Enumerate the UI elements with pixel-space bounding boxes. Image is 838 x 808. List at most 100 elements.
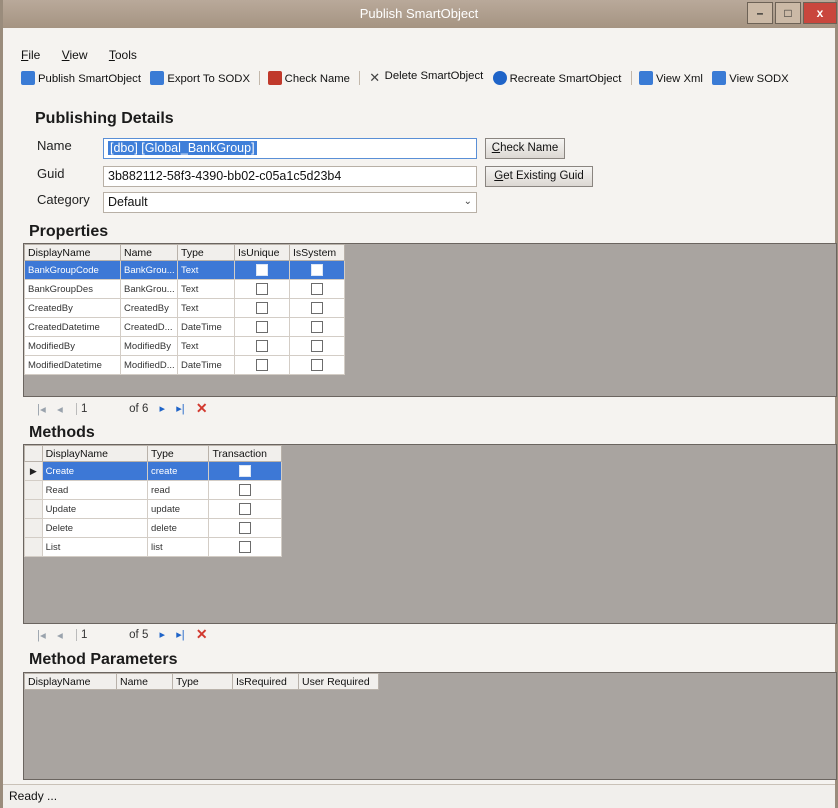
- property-displayname[interactable]: BankGroupCode: [24, 260, 121, 280]
- row-header[interactable]: [24, 480, 43, 500]
- check-name-button[interactable]: Check Name: [485, 138, 565, 159]
- method-displayname[interactable]: Create: [41, 461, 148, 481]
- properties-col-name[interactable]: Name: [120, 244, 178, 261]
- last-record-icon[interactable]: ▸|: [176, 628, 184, 641]
- export-to-sodx-button[interactable]: Export To SODX: [150, 70, 250, 85]
- table-row[interactable]: List list: [24, 537, 282, 557]
- property-name[interactable]: ModifiedD...: [120, 355, 178, 375]
- property-type[interactable]: Text: [177, 336, 235, 356]
- menu-file[interactable]: File: [21, 48, 40, 62]
- method-parameters-grid[interactable]: DisplayName Name Type IsRequired User Re…: [23, 672, 837, 780]
- property-displayname[interactable]: CreatedDatetime: [24, 317, 121, 337]
- record-position-field[interactable]: 1: [75, 628, 116, 641]
- first-record-icon[interactable]: |◂: [37, 628, 46, 642]
- view-sodx-button[interactable]: View SODX: [712, 70, 789, 85]
- property-name[interactable]: CreatedD...: [120, 317, 178, 337]
- method-type[interactable]: create: [146, 461, 210, 481]
- methods-grid[interactable]: DisplayName Type Transaction ▶ Create cre…: [23, 444, 837, 624]
- method-type[interactable]: read: [146, 480, 210, 500]
- property-name[interactable]: ModifiedBy: [120, 336, 178, 356]
- table-row[interactable]: BankGroupCode BankGrou... Text: [24, 260, 345, 280]
- name-field[interactable]: [dbo] [Global_BankGroup]: [103, 138, 477, 159]
- method-type[interactable]: update: [146, 499, 210, 519]
- get-existing-guid-button[interactable]: Get Existing Guid: [485, 166, 593, 187]
- method-displayname[interactable]: Read: [41, 480, 148, 500]
- next-record-icon[interactable]: ▸: [160, 402, 166, 415]
- row-header[interactable]: [24, 537, 43, 557]
- issystem-checkbox[interactable]: [311, 359, 323, 371]
- methods-col-type[interactable]: Type: [146, 445, 210, 462]
- row-pointer-icon[interactable]: ▶: [24, 461, 43, 481]
- delete-record-icon[interactable]: ✕: [196, 626, 208, 643]
- issystem-checkbox[interactable]: [311, 321, 323, 333]
- properties-col-type[interactable]: Type: [177, 244, 235, 261]
- transaction-checkbox[interactable]: [239, 503, 252, 515]
- property-name[interactable]: BankGrou...: [120, 260, 178, 280]
- method-type[interactable]: delete: [146, 518, 210, 538]
- property-type[interactable]: DateTime: [177, 355, 235, 375]
- method-displayname[interactable]: Delete: [41, 518, 148, 538]
- transaction-checkbox[interactable]: [239, 522, 252, 534]
- method-type[interactable]: list: [146, 537, 210, 557]
- table-row[interactable]: CreatedBy CreatedBy Text: [24, 298, 345, 318]
- table-row[interactable]: Read read: [24, 480, 282, 500]
- view-xml-button[interactable]: View Xml: [639, 70, 703, 85]
- methods-col-displayname[interactable]: DisplayName: [41, 445, 148, 462]
- method-displayname[interactable]: List: [41, 537, 148, 557]
- table-row[interactable]: ▶ Create create: [24, 461, 282, 481]
- property-displayname[interactable]: CreatedBy: [24, 298, 121, 318]
- parameters-col-displayname[interactable]: DisplayName: [24, 673, 117, 690]
- last-record-icon[interactable]: ▸|: [176, 402, 184, 415]
- property-displayname[interactable]: ModifiedDatetime: [24, 355, 121, 375]
- row-header[interactable]: [24, 499, 43, 519]
- methods-col-transaction[interactable]: Transaction: [208, 445, 282, 462]
- title-bar[interactable]: Publish SmartObject – □ x: [3, 0, 837, 28]
- properties-col-issystem[interactable]: IsSystem: [289, 244, 345, 261]
- delete-record-icon[interactable]: ✕: [196, 400, 208, 417]
- parameters-col-name[interactable]: Name: [116, 673, 173, 690]
- table-row[interactable]: ModifiedBy ModifiedBy Text: [24, 336, 345, 356]
- property-type[interactable]: DateTime: [177, 317, 235, 337]
- table-row[interactable]: Update update: [24, 499, 282, 519]
- property-displayname[interactable]: BankGroupDes: [24, 279, 121, 299]
- parameters-col-isrequired[interactable]: IsRequired: [232, 673, 299, 690]
- isunique-checkbox[interactable]: [256, 264, 268, 276]
- parameters-col-user-required[interactable]: User Required: [298, 673, 379, 690]
- publish-smartobject-button[interactable]: Publish SmartObject: [21, 70, 141, 85]
- property-type[interactable]: Text: [177, 260, 235, 280]
- properties-grid[interactable]: DisplayName Name Type IsUnique IsSystem …: [23, 243, 837, 397]
- first-record-icon[interactable]: |◂: [37, 402, 46, 416]
- property-type[interactable]: Text: [177, 298, 235, 318]
- previous-record-icon[interactable]: ◂: [57, 402, 63, 416]
- table-row[interactable]: Delete delete: [24, 518, 282, 538]
- issystem-checkbox[interactable]: [311, 283, 323, 295]
- isunique-checkbox[interactable]: [256, 283, 268, 295]
- minimize-button[interactable]: –: [747, 2, 773, 24]
- row-header[interactable]: [24, 518, 43, 538]
- next-record-icon[interactable]: ▸: [160, 628, 166, 641]
- isunique-checkbox[interactable]: [256, 302, 268, 314]
- property-type[interactable]: Text: [177, 279, 235, 299]
- table-row[interactable]: CreatedDatetime CreatedD... DateTime: [24, 317, 345, 337]
- isunique-checkbox[interactable]: [256, 340, 268, 352]
- close-button[interactable]: x: [803, 2, 837, 24]
- properties-col-displayname[interactable]: DisplayName: [24, 244, 121, 261]
- transaction-checkbox[interactable]: [239, 465, 252, 477]
- parameters-col-type[interactable]: Type: [172, 673, 233, 690]
- delete-smartobject-button[interactable]: ✕ Delete SmartObject: [368, 70, 483, 85]
- maximize-button[interactable]: □: [775, 2, 801, 24]
- menu-tools[interactable]: Tools: [109, 48, 137, 62]
- method-displayname[interactable]: Update: [41, 499, 148, 519]
- guid-field[interactable]: 3b882112-58f3-4390-bb02-c05a1c5d23b4: [103, 166, 477, 187]
- issystem-checkbox[interactable]: [311, 264, 323, 276]
- isunique-checkbox[interactable]: [256, 359, 268, 371]
- category-select[interactable]: Default ⌄: [103, 192, 477, 213]
- property-name[interactable]: BankGrou...: [120, 279, 178, 299]
- previous-record-icon[interactable]: ◂: [57, 628, 63, 642]
- transaction-checkbox[interactable]: [239, 484, 252, 496]
- recreate-smartobject-button[interactable]: Recreate SmartObject: [492, 70, 621, 85]
- issystem-checkbox[interactable]: [311, 302, 323, 314]
- transaction-checkbox[interactable]: [239, 541, 252, 553]
- menu-view[interactable]: View: [62, 48, 88, 62]
- check-name-toolbar-button[interactable]: Check Name: [267, 70, 350, 85]
